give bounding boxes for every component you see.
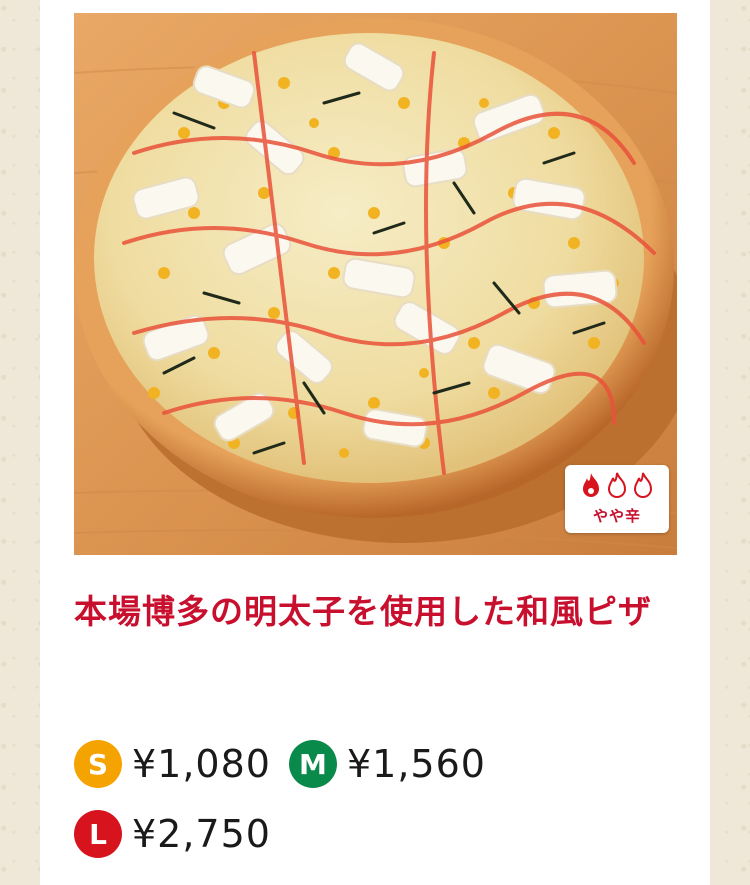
flame-icon-inactive: [607, 472, 627, 498]
spice-level-badge: やや辛: [565, 465, 669, 533]
price-list: S ¥1,080 M ¥1,560 L ¥2,750: [74, 738, 674, 878]
price-item-m[interactable]: M ¥1,560: [288, 740, 486, 788]
price-s: ¥1,080: [132, 742, 271, 786]
price-item-l[interactable]: L ¥2,750: [74, 810, 271, 858]
price-l: ¥2,750: [132, 812, 271, 856]
price-row: S ¥1,080 M ¥1,560: [74, 738, 674, 790]
price-item-s[interactable]: S ¥1,080: [74, 740, 271, 788]
spice-level-label: やや辛: [592, 507, 641, 525]
price-row: L ¥2,750: [74, 808, 674, 860]
flame-icon-active: [583, 473, 599, 497]
product-image[interactable]: やや辛: [74, 13, 677, 555]
product-title[interactable]: 本場博多の明太子を使用した和風ピザ: [74, 582, 674, 642]
product-card[interactable]: やや辛 本場博多の明太子を使用した和風ピザ S ¥1,080 M ¥1,560 …: [40, 0, 710, 885]
size-badge-m: M: [288, 740, 337, 788]
size-badge-s: S: [74, 740, 122, 788]
size-badge-l: L: [74, 810, 122, 858]
spice-flames: [565, 472, 669, 502]
price-m: ¥1,560: [346, 742, 486, 786]
flame-icon-inactive: [633, 472, 653, 498]
